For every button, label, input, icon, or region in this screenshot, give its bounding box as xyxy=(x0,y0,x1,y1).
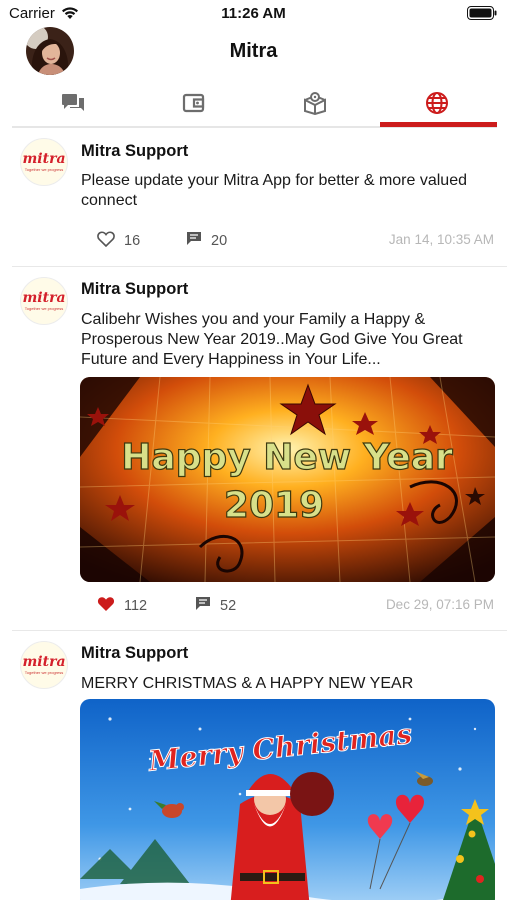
comment-button[interactable]: 20 xyxy=(186,231,227,250)
post-image-new-year[interactable]: Happy New Year 2019 xyxy=(80,377,495,582)
logo-wordmark: mitra xyxy=(22,290,66,306)
status-time: 11:26 AM xyxy=(221,5,286,22)
logo-tagline: Together we progress xyxy=(24,306,64,311)
app-title: Mitra xyxy=(229,40,278,62)
post-card: mitra Together we progress Mitra Support… xyxy=(12,130,507,267)
comment-count: 20 xyxy=(211,232,228,249)
comment-icon xyxy=(195,596,211,615)
box-icon xyxy=(302,91,328,120)
tab-wallet[interactable] xyxy=(133,84,254,126)
post-image-christmas[interactable]: Merry Christmas xyxy=(80,699,495,900)
tab-globe[interactable] xyxy=(376,84,497,126)
logo-tagline: Together we progress xyxy=(24,167,64,172)
active-tab-indicator xyxy=(380,122,497,127)
like-button[interactable]: 16 xyxy=(97,231,140,251)
wallet-icon xyxy=(182,92,206,119)
tab-box[interactable] xyxy=(254,84,375,126)
battery-icon xyxy=(467,6,497,25)
globe-icon xyxy=(425,91,449,120)
post-text: Please update your Mitra App for better … xyxy=(81,172,467,209)
post-timestamp: Jan 14, 10:35 AM xyxy=(388,232,494,247)
like-button[interactable]: 112 xyxy=(97,596,147,616)
like-count: 112 xyxy=(124,598,148,614)
post-author[interactable]: Mitra Support xyxy=(81,142,188,161)
chat-icon xyxy=(61,92,85,119)
mitra-logo: mitra Together we progress xyxy=(20,138,68,186)
tab-bar xyxy=(12,84,497,128)
mitra-logo: mitra Together we progress xyxy=(20,641,68,689)
image-caption-2019: 2019 xyxy=(224,485,324,526)
post-text: Calibehr Wishes you and your Family a Ha… xyxy=(81,311,463,368)
logo-wordmark: mitra xyxy=(22,151,66,167)
heart-outline-icon xyxy=(97,231,115,251)
post-card: mitra Together we progress Mitra Support… xyxy=(12,267,507,631)
post-timestamp: Dec 29, 07:16 PM xyxy=(385,597,494,612)
post-author[interactable]: Mitra Support xyxy=(81,644,188,663)
mitra-logo: mitra Together we progress xyxy=(20,277,68,325)
image-caption-happy-new-year: Happy New Year xyxy=(121,437,453,478)
status-bar: Carrier 11:26 AM xyxy=(0,0,507,28)
like-count: 16 xyxy=(124,233,141,249)
tab-chat[interactable] xyxy=(12,84,133,126)
comment-icon xyxy=(186,231,202,250)
post-author[interactable]: Mitra Support xyxy=(81,280,188,299)
post-text: MERRY CHRISTMAS & A HAPPY NEW YEAR xyxy=(81,675,414,692)
post-card: mitra Together we progress Mitra Support… xyxy=(12,631,507,900)
comment-count: 52 xyxy=(220,597,237,614)
comment-button[interactable]: 52 xyxy=(195,596,236,615)
feed: mitra Together we progress Mitra Support… xyxy=(0,130,507,900)
logo-wordmark: mitra xyxy=(22,654,66,670)
logo-tagline: Together we progress xyxy=(24,670,64,675)
heart-filled-icon xyxy=(97,596,115,616)
